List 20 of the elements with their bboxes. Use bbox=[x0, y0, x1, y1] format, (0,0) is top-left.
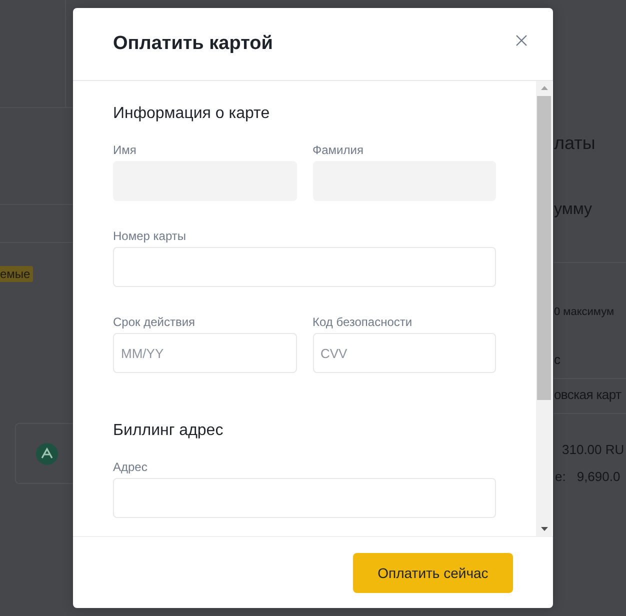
section-heading: Биллинг адрес bbox=[113, 421, 224, 441]
field-label: Номер карты bbox=[113, 228, 186, 244]
section-heading: Информация о карте bbox=[113, 104, 271, 124]
field-label: Адрес bbox=[113, 459, 148, 475]
input-field[interactable] bbox=[113, 478, 496, 518]
triangle-down-icon[interactable] bbox=[540, 527, 548, 531]
input-field[interactable]: CVV bbox=[312, 333, 496, 373]
field-label: Срок действия bbox=[113, 314, 196, 330]
input-field[interactable] bbox=[113, 247, 496, 287]
pay-button[interactable]: Оплатить сейчас bbox=[353, 553, 513, 593]
close-icon bbox=[516, 34, 526, 46]
field-label: Имя bbox=[113, 142, 136, 158]
field-label: Фамилия bbox=[312, 142, 364, 158]
scrollbar-thumb[interactable] bbox=[537, 96, 551, 400]
logo-icon bbox=[36, 442, 58, 464]
dialog-title: Оплатить картой bbox=[113, 32, 273, 56]
input-field[interactable]: MM/YY bbox=[113, 333, 296, 373]
triangle-up-icon[interactable] bbox=[540, 86, 548, 90]
status-tag: емые bbox=[0, 266, 34, 282]
field-label: Код безопасности bbox=[312, 314, 412, 330]
